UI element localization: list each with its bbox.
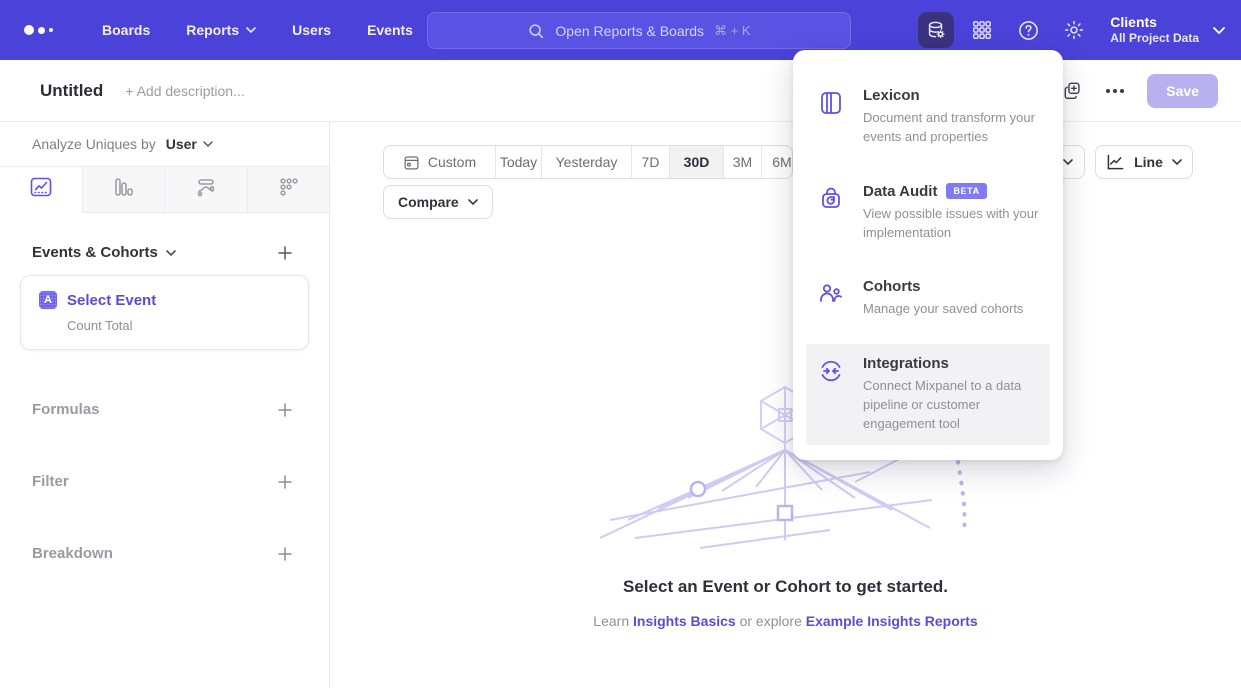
bar-chart-icon <box>111 175 135 204</box>
chevron-down-icon <box>1063 159 1073 165</box>
date-range-3m[interactable]: 3M <box>724 146 762 178</box>
analyze-label: Analyze Uniques by <box>32 136 156 152</box>
mixpanel-logo[interactable] <box>24 25 64 35</box>
menu-item-data-audit[interactable]: Data Audit BETA View possible issues wit… <box>806 172 1050 254</box>
select-event-card[interactable]: A Select Event Count Total <box>20 275 309 350</box>
integrations-sync-icon <box>817 355 847 434</box>
add-filter-button[interactable] <box>277 474 293 490</box>
data-audit-icon <box>817 183 847 243</box>
line-chart-icon <box>1106 154 1125 171</box>
menu-item-title: Cohorts <box>863 278 921 295</box>
compare-button[interactable]: Compare <box>383 185 493 219</box>
visualization-tabs <box>0 166 329 213</box>
menu-item-description: View possible issues with your implement… <box>863 205 1039 243</box>
date-range-30d-selected[interactable]: 30D <box>670 146 724 178</box>
add-breakdown-button[interactable] <box>277 546 293 562</box>
nav-users[interactable]: Users <box>278 14 345 46</box>
tab-stacked-chart[interactable] <box>165 167 248 213</box>
insights-basics-link[interactable]: Insights Basics <box>633 613 736 629</box>
duplicate-report-icon[interactable] <box>1063 81 1083 101</box>
menu-item-description: Document and transform your events and p… <box>863 109 1039 147</box>
date-range-selector: Custom Today Yesterday 7D 30D 3M 6M <box>383 145 793 179</box>
chevron-down-icon <box>166 250 176 256</box>
report-description-placeholder[interactable]: + Add description... <box>125 83 244 99</box>
help-icon[interactable] <box>1010 12 1046 48</box>
project-scope: All Project Data <box>1110 31 1199 46</box>
menu-item-integrations[interactable]: Integrations Connect Mixpanel to a data … <box>806 344 1050 445</box>
chevron-down-icon <box>203 141 213 147</box>
empty-state-title: Select an Event or Cohort to get started… <box>330 577 1241 597</box>
chevron-down-icon <box>1213 27 1223 33</box>
query-builder-sidebar: Analyze Uniques by User <box>0 122 330 688</box>
menu-item-description: Manage your saved cohorts <box>863 300 1039 319</box>
mixpanel-insights-app: Boards Reports Users Events Open Reports… <box>0 0 1241 688</box>
chart-type-dropdown[interactable]: Line <box>1095 145 1193 179</box>
global-search-input[interactable]: Open Reports & Boards ⌘ + K <box>427 12 851 49</box>
menu-item-title: Integrations <box>863 355 949 372</box>
date-range-7d[interactable]: 7D <box>632 146 670 178</box>
breakdown-section-label: Breakdown <box>32 545 113 562</box>
project-name: Clients <box>1110 14 1199 32</box>
event-series-badge: A <box>39 291 57 309</box>
menu-item-title: Data Audit <box>863 183 937 200</box>
menu-item-title: Lexicon <box>863 87 920 104</box>
chevron-down-icon <box>1172 159 1182 165</box>
tab-line-chart[interactable] <box>0 167 83 213</box>
nav-reports[interactable]: Reports <box>172 14 270 46</box>
beta-badge: BETA <box>946 183 986 199</box>
data-management-menu: Lexicon Document and transform your even… <box>793 50 1063 460</box>
events-cohorts-section-label[interactable]: Events & Cohorts <box>32 244 176 261</box>
date-range-6m[interactable]: 6M <box>762 146 793 178</box>
apps-grid-icon[interactable] <box>964 12 1000 48</box>
empty-state-prefix: Learn <box>593 613 629 629</box>
save-button[interactable]: Save <box>1147 74 1218 108</box>
lexicon-book-icon <box>817 87 847 147</box>
event-metric-label[interactable]: Count Total <box>67 318 290 333</box>
add-event-button[interactable] <box>277 245 293 261</box>
empty-state: Select an Event or Cohort to get started… <box>330 577 1241 629</box>
chevron-down-icon <box>468 199 478 205</box>
search-shortcut: ⌘ + K <box>714 23 751 39</box>
stacked-chart-icon <box>194 175 218 204</box>
primary-nav: Boards Reports Users Events <box>88 14 427 46</box>
menu-item-lexicon[interactable]: Lexicon Document and transform your even… <box>806 76 1050 158</box>
select-event-label: Select Event <box>67 292 156 309</box>
report-canvas: Custom Today Yesterday 7D 30D 3M 6M Comp… <box>330 122 1241 688</box>
data-management-icon[interactable] <box>918 12 954 48</box>
cohorts-people-icon <box>817 278 847 319</box>
menu-item-cohorts[interactable]: Cohorts Manage your saved cohorts <box>806 267 1050 330</box>
chevron-down-icon <box>246 27 256 33</box>
example-reports-link[interactable]: Example Insights Reports <box>806 613 978 629</box>
more-options-icon[interactable] <box>1105 88 1125 94</box>
date-range-today[interactable]: Today <box>496 146 542 178</box>
filter-section-label: Filter <box>32 473 69 490</box>
add-formula-button[interactable] <box>277 402 293 418</box>
nav-events[interactable]: Events <box>353 14 427 46</box>
menu-item-description: Connect Mixpanel to a data pipeline or c… <box>863 377 1039 434</box>
nav-boards[interactable]: Boards <box>88 14 164 46</box>
settings-gear-icon[interactable] <box>1056 12 1092 48</box>
formulas-section-label: Formulas <box>32 401 100 418</box>
tab-bar-chart[interactable] <box>83 167 166 213</box>
date-range-custom[interactable]: Custom <box>384 146 496 178</box>
empty-state-middle: or explore <box>740 613 802 629</box>
calendar-icon <box>403 154 420 171</box>
metric-grid-icon <box>276 175 300 204</box>
analyze-value-dropdown[interactable]: User <box>166 136 213 152</box>
report-title[interactable]: Untitled <box>40 81 103 101</box>
search-icon <box>527 22 545 40</box>
tab-metric-grid[interactable] <box>248 167 330 213</box>
date-range-yesterday[interactable]: Yesterday <box>542 146 632 178</box>
line-chart-icon <box>29 175 53 204</box>
search-placeholder: Open Reports & Boards <box>555 23 704 39</box>
project-switcher[interactable]: Clients All Project Data <box>1110 14 1223 47</box>
